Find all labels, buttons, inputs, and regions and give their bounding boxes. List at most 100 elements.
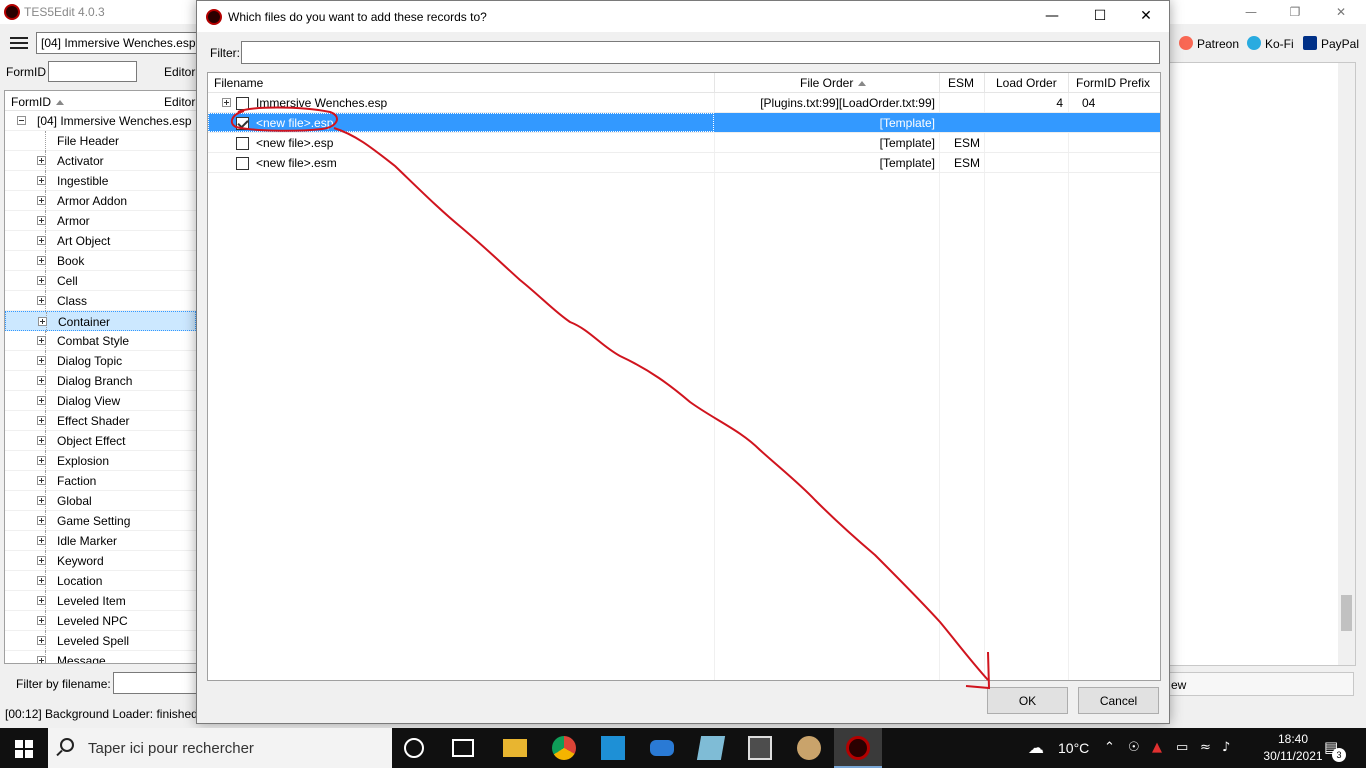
control-panel-icon[interactable] <box>601 736 625 760</box>
weather-temperature[interactable]: 10°C <box>1058 740 1089 756</box>
file-row[interactable]: <new file>.esp [Template] <box>208 113 1160 133</box>
expand-icon[interactable] <box>37 276 46 285</box>
kofi-link[interactable]: Ko-Fi <box>1247 36 1294 51</box>
tree-node[interactable]: File Header <box>5 131 196 151</box>
file-row[interactable]: Immersive Wenches.esp [Plugins.txt:99][Lo… <box>208 93 1160 113</box>
expand-icon[interactable] <box>37 216 46 225</box>
tray-app-icon[interactable]: ☉ <box>1128 740 1140 755</box>
column-header-filename[interactable]: Filename <box>214 73 263 93</box>
expand-icon[interactable] <box>37 336 46 345</box>
patreon-link[interactable]: Patreon <box>1179 36 1239 51</box>
tree-node[interactable]: Leveled NPC <box>5 611 196 631</box>
expand-icon[interactable] <box>37 456 46 465</box>
expand-icon[interactable] <box>37 396 46 405</box>
hamburger-menu-icon[interactable] <box>10 37 28 49</box>
tree-node[interactable]: Keyword <box>5 551 196 571</box>
tree-node[interactable]: Container <box>5 311 196 332</box>
dialog-minimize-button[interactable]: — <box>1029 1 1075 32</box>
app-minimize-button[interactable]: — <box>1228 0 1274 24</box>
column-header-formid-prefix[interactable]: FormID Prefix <box>1076 73 1150 93</box>
tree-node[interactable]: Object Effect <box>5 431 196 451</box>
ok-button[interactable]: OK <box>987 687 1068 714</box>
app-restore-button[interactable]: ❐ <box>1272 0 1318 24</box>
file-list-grid[interactable]: Filename File Order ESM Load Order FormI… <box>207 72 1161 681</box>
app-icon[interactable] <box>650 740 674 756</box>
expand-icon[interactable] <box>37 236 46 245</box>
file-row[interactable]: <new file>.esm [Template] ESM <box>208 153 1160 173</box>
task-view-icon[interactable] <box>452 739 474 757</box>
volume-icon[interactable]: ♪ <box>1222 740 1230 755</box>
expand-icon[interactable] <box>37 596 46 605</box>
wifi-icon[interactable]: ≈ <box>1200 740 1211 755</box>
weather-cloud-icon[interactable]: ☁ <box>1028 738 1044 757</box>
tree-node[interactable]: Armor <box>5 211 196 231</box>
tree-node[interactable]: Idle Marker <box>5 531 196 551</box>
column-header-file-order[interactable]: File Order <box>800 73 867 93</box>
expand-icon[interactable] <box>37 556 46 565</box>
tree-node[interactable]: Book <box>5 251 196 271</box>
dialog-filter-input[interactable] <box>241 41 1160 64</box>
tree-header-editor[interactable]: Editor <box>164 95 195 109</box>
expand-icon[interactable] <box>37 476 46 485</box>
collapse-icon[interactable] <box>17 116 26 125</box>
record-tree[interactable]: FormID Editor [04] Immersive Wenches.esp… <box>4 90 197 664</box>
tree-node[interactable]: Dialog View <box>5 391 196 411</box>
expand-icon[interactable] <box>37 576 46 585</box>
expand-icon[interactable] <box>37 536 46 545</box>
paypal-link[interactable]: PayPal <box>1303 36 1359 51</box>
tree-node[interactable]: Dialog Topic <box>5 351 196 371</box>
dialog-maximize-button[interactable]: ☐ <box>1077 1 1123 32</box>
chrome-icon[interactable] <box>552 736 576 760</box>
dialog-close-button[interactable]: ✕ <box>1123 1 1169 32</box>
file-explorer-icon[interactable] <box>503 739 527 757</box>
expand-icon[interactable] <box>37 376 46 385</box>
file-checkbox[interactable] <box>236 157 249 170</box>
expand-icon[interactable] <box>37 416 46 425</box>
expand-icon[interactable] <box>222 98 231 107</box>
tree-root-node[interactable]: [04] Immersive Wenches.esp <box>5 111 196 131</box>
vertical-scrollbar[interactable] <box>1338 63 1355 665</box>
clock-time[interactable]: 18:40 <box>1262 732 1324 746</box>
tree-node[interactable]: Combat Style <box>5 331 196 351</box>
tree-node[interactable]: Activator <box>5 151 196 171</box>
tree-node[interactable]: Leveled Item <box>5 591 196 611</box>
expand-icon[interactable] <box>37 156 46 165</box>
chevron-up-icon[interactable]: ⌃ <box>1104 740 1115 755</box>
expand-icon[interactable] <box>37 616 46 625</box>
notepad-icon[interactable] <box>696 736 726 760</box>
app-close-button[interactable]: ✕ <box>1318 0 1364 24</box>
view-tab[interactable]: ew <box>1164 672 1354 696</box>
tree-node[interactable]: Explosion <box>5 451 196 471</box>
tree-node[interactable]: Ingestible <box>5 171 196 191</box>
paint-icon[interactable] <box>797 736 821 760</box>
tree-node[interactable]: Cell <box>5 271 196 291</box>
tree-node[interactable]: Class <box>5 291 196 311</box>
tree-node[interactable]: Armor Addon <box>5 191 196 211</box>
tree-node[interactable]: Effect Shader <box>5 411 196 431</box>
tree-node[interactable]: Global <box>5 491 196 511</box>
tree-node[interactable]: Location <box>5 571 196 591</box>
tree-node[interactable]: Message <box>5 651 196 663</box>
expand-icon[interactable] <box>37 176 46 185</box>
formid-input[interactable] <box>48 61 137 82</box>
file-checkbox[interactable] <box>236 137 249 150</box>
battery-icon[interactable]: ▭ <box>1176 740 1188 755</box>
expand-icon[interactable] <box>37 496 46 505</box>
expand-icon[interactable] <box>37 356 46 365</box>
tray-app-icon[interactable]: ▲ <box>1152 740 1162 755</box>
tree-node[interactable]: Dialog Branch <box>5 371 196 391</box>
expand-icon[interactable] <box>37 516 46 525</box>
tree-node[interactable]: Game Setting <box>5 511 196 531</box>
expand-icon[interactable] <box>37 636 46 645</box>
expand-icon[interactable] <box>37 656 46 663</box>
tree-header-formid[interactable]: FormID <box>11 95 64 109</box>
expand-icon[interactable] <box>37 256 46 265</box>
plugin-select[interactable]: [04] Immersive Wenches.esp <box>36 32 198 54</box>
column-header-esm[interactable]: ESM <box>948 73 974 93</box>
taskbar-search-box[interactable]: Taper ici pour rechercher <box>48 728 392 768</box>
cancel-button[interactable]: Cancel <box>1078 687 1159 714</box>
calculator-icon[interactable] <box>748 736 772 760</box>
column-header-load-order[interactable]: Load Order <box>996 73 1057 93</box>
filter-by-filename-input[interactable] <box>113 672 197 694</box>
file-row[interactable]: <new file>.esp [Template] ESM <box>208 133 1160 153</box>
